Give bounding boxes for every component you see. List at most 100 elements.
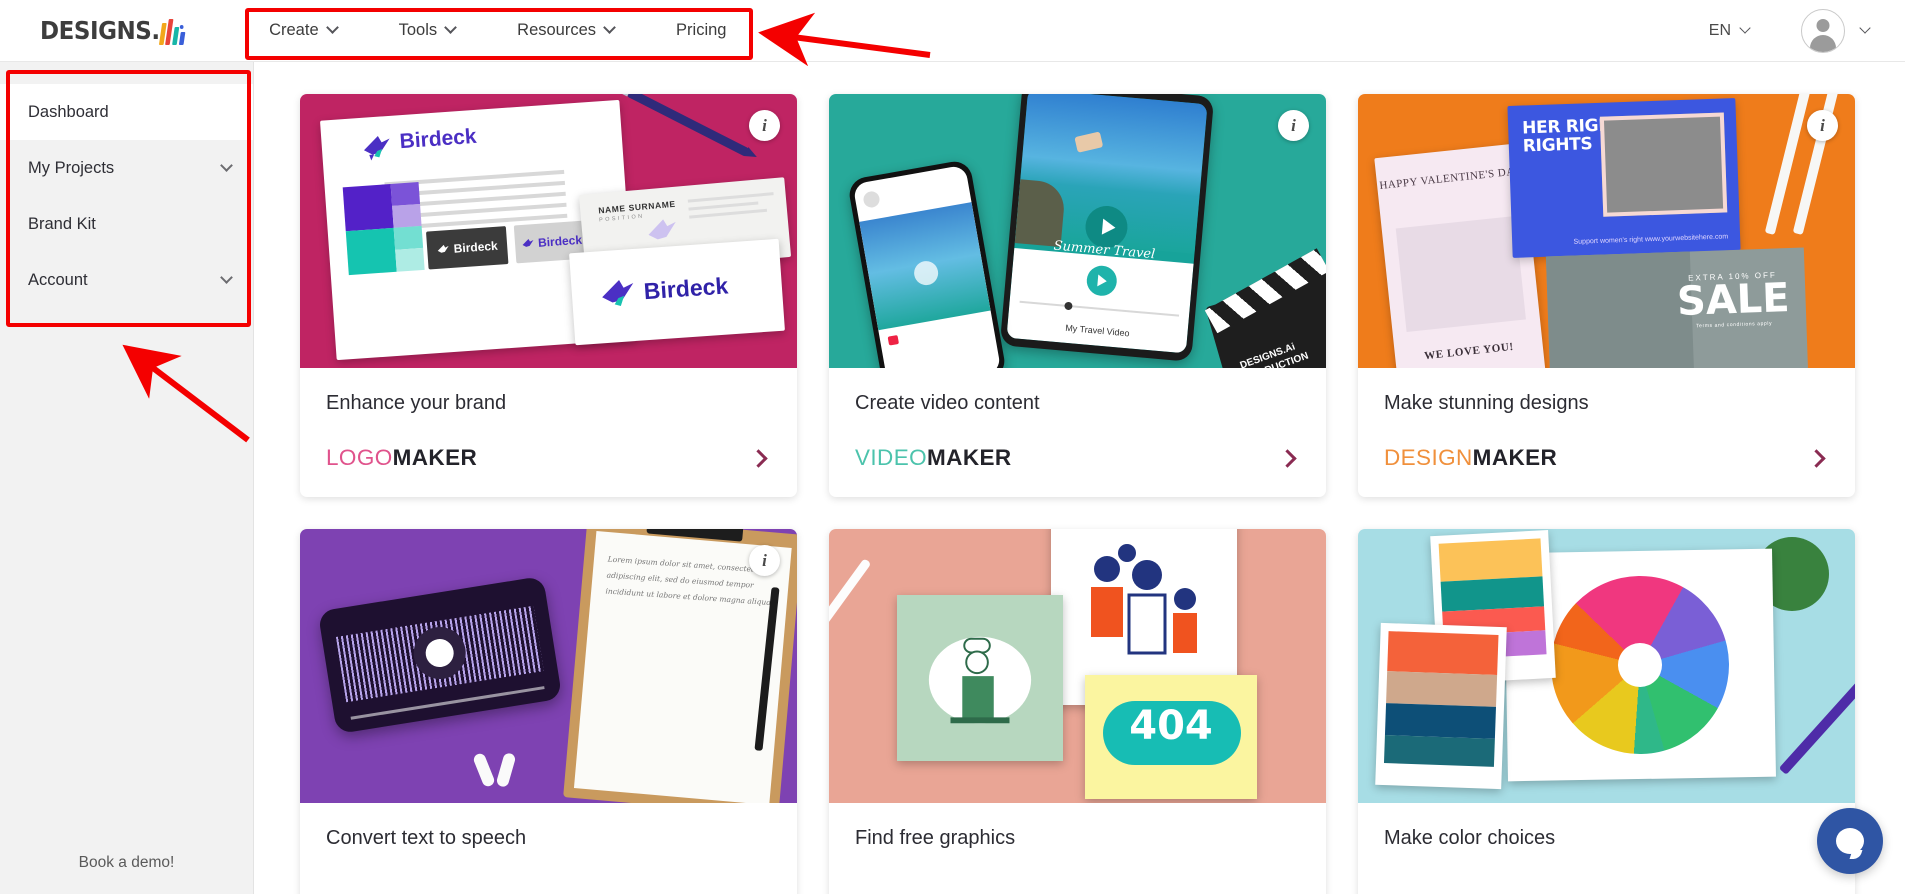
book-a-demo-link[interactable]: Book a demo!	[0, 854, 253, 872]
clapperboard-icon: DESIGNS.Ai PRODUCTION	[1205, 272, 1326, 368]
sidebar-item-dashboard-label: Dashboard	[28, 102, 109, 121]
nav-item-resources-label: Resources	[517, 21, 597, 39]
card-graphics-thumbnail[interactable]: 404	[829, 529, 1326, 803]
palette-card-bottom	[1375, 622, 1507, 790]
designmaker-artwork: HAPPY VALENTINE'S DAY WE LOVE YOU! HER R…	[1358, 94, 1855, 368]
tablet-mockup: Summer Travel Destinations My Travel Vid…	[999, 94, 1215, 362]
play-button-icon[interactable]	[1085, 264, 1119, 298]
chat-widget-button[interactable]	[1817, 808, 1883, 874]
nav-item-resources[interactable]: Resources	[517, 11, 616, 50]
language-selector[interactable]: EN	[1708, 21, 1751, 40]
card-designmaker-footer: DESIGNMAKER	[1384, 445, 1829, 471]
bird-logo-icon	[602, 280, 634, 306]
card-logomaker-title: Enhance your brand	[326, 392, 507, 414]
clapperboard-text: DESIGNS.Ai PRODUCTION	[1238, 341, 1311, 368]
gray-logo-tile-text: Birdeck	[537, 232, 583, 250]
card-logomaker-thumbnail[interactable]: Birdeck Birdeck Birdeck NAME SURNAME POS…	[300, 94, 797, 368]
pencil-icon	[1778, 667, 1855, 775]
brand-ai-mark-icon	[159, 19, 189, 45]
card-videomaker-product: VIDEOMAKER	[855, 445, 1012, 471]
info-icon[interactable]: i	[1278, 110, 1309, 141]
chevron-down-icon	[603, 21, 616, 34]
brand-logo-text: DESIGNS.	[40, 16, 160, 45]
card-videomaker[interactable]: Summer Travel Destinations My Travel Vid…	[829, 94, 1326, 497]
dark-logo-tile: Birdeck	[425, 226, 509, 270]
sidebar-item-my-projects[interactable]: My Projects	[0, 140, 253, 196]
card-colors-body: Make color choices	[1358, 803, 1855, 894]
card-videomaker-body: Create video content VIDEOMAKER	[829, 368, 1326, 497]
valentine-poster-footer: WE LOVE YOU!	[1423, 340, 1515, 363]
video-controls: My Travel Video	[1006, 248, 1194, 354]
main-content: Birdeck Birdeck Birdeck NAME SURNAME POS…	[254, 62, 1905, 894]
sidebar-item-account[interactable]: Account	[0, 252, 253, 308]
bird-logo-icon	[522, 238, 534, 247]
card-designmaker-product: DESIGNMAKER	[1384, 445, 1557, 471]
sidebar-item-dashboard[interactable]: Dashboard	[0, 84, 253, 140]
card-logomaker[interactable]: Birdeck Birdeck Birdeck NAME SURNAME POS…	[300, 94, 797, 497]
phone-screen	[852, 164, 1002, 368]
dark-logo-tile-text: Birdeck	[453, 238, 499, 256]
card-speechmaker-thumbnail[interactable]: Lorem ipsum dolor sit amet, consectetur …	[300, 529, 797, 803]
card-speechmaker[interactable]: Lorem ipsum dolor sit amet, consectetur …	[300, 529, 797, 894]
error-illustration-card: 404	[1085, 675, 1257, 799]
rights-poster: HER RIGHTS, HUMAN RIGHTS Support women's…	[1507, 98, 1741, 258]
chevron-right-icon[interactable]	[1807, 448, 1826, 468]
chevron-right-icon[interactable]	[1278, 448, 1297, 468]
chevron-down-icon	[220, 158, 233, 172]
logomaker-artwork: Birdeck Birdeck Birdeck NAME SURNAME POS…	[300, 94, 797, 368]
account-menu[interactable]	[1801, 8, 1871, 53]
chef-illustration-card	[897, 595, 1063, 761]
language-selector-label: EN	[1708, 21, 1731, 39]
stylus-icon	[829, 558, 872, 680]
card-graphics[interactable]: 404 Find free graphics	[829, 529, 1326, 894]
chevron-down-icon	[220, 270, 233, 284]
chat-bubble-icon	[1836, 828, 1864, 854]
family-illustration-icon	[1091, 544, 1197, 655]
info-icon[interactable]: i	[1807, 110, 1838, 141]
video-title: My Travel Video	[1064, 322, 1130, 339]
card-designmaker-title: Make stunning designs	[1384, 392, 1589, 414]
card-designmaker[interactable]: HAPPY VALENTINE'S DAY WE LOVE YOU! HER R…	[1358, 94, 1855, 497]
chevron-down-icon	[444, 21, 458, 34]
card-videomaker-base: MAKER	[927, 445, 1012, 470]
nav-item-tools-label: Tools	[398, 21, 438, 39]
card-videomaker-thumbnail[interactable]: Summer Travel Destinations My Travel Vid…	[829, 94, 1326, 368]
sidebar-item-brand-kit[interactable]: Brand Kit	[0, 196, 253, 252]
info-icon[interactable]: i	[749, 545, 780, 576]
card-videomaker-footer: VIDEOMAKER	[855, 445, 1300, 471]
card-designmaker-thumbnail[interactable]: HAPPY VALENTINE'S DAY WE LOVE YOU! HER R…	[1358, 94, 1855, 368]
card-logomaker-body: Enhance your brand LOGOMAKER	[300, 368, 797, 497]
brand-logo[interactable]: DESIGNS.	[40, 16, 188, 45]
card-colors-thumbnail[interactable]	[1358, 529, 1855, 803]
progress-bar[interactable]	[1019, 300, 1180, 317]
sidebar-item-my-projects-label: My Projects	[28, 158, 115, 177]
pencil-icon	[627, 94, 749, 157]
card-speechmaker-title: Convert text to speech	[326, 827, 527, 849]
card-designmaker-base: MAKER	[1472, 445, 1558, 470]
card-graphics-title: Find free graphics	[855, 827, 1016, 849]
sale-banner-main: SALE	[1676, 275, 1791, 325]
sidebar-item-account-label: Account	[28, 270, 88, 289]
nav-item-tools[interactable]: Tools	[398, 11, 458, 50]
graphics-artwork: 404	[829, 529, 1326, 803]
card-colors[interactable]: Make color choices	[1358, 529, 1855, 894]
earbuds-icon	[472, 751, 528, 793]
card-logomaker-base: MAKER	[392, 445, 478, 470]
card-designmaker-body: Make stunning designs DESIGNMAKER	[1358, 368, 1855, 497]
bird-logo-icon	[648, 219, 676, 240]
nav-item-pricing[interactable]: Pricing	[676, 11, 726, 50]
videomaker-artwork: Summer Travel Destinations My Travel Vid…	[829, 94, 1326, 368]
rights-poster-subtitle: Support women's right www.yourwebsiteher…	[1573, 232, 1729, 246]
phone-mockup	[846, 158, 1008, 368]
rights-poster-photo	[1599, 112, 1728, 217]
info-icon[interactable]: i	[749, 110, 780, 141]
top-navigation-bar: DESIGNS. Create Tools Resources Pricing …	[0, 0, 1905, 62]
nav-item-create[interactable]: Create	[269, 11, 339, 50]
main-nav: Create Tools Resources Pricing	[269, 11, 726, 50]
tool-card-grid: Birdeck Birdeck Birdeck NAME SURNAME POS…	[254, 62, 1905, 894]
business-card-name: NAME SURNAME	[597, 198, 677, 216]
chevron-right-icon[interactable]	[749, 448, 768, 468]
business-card-logo-text: Birdeck	[642, 272, 729, 305]
color-wheel-icon	[1549, 574, 1731, 756]
business-card-front: Birdeck	[569, 238, 785, 346]
